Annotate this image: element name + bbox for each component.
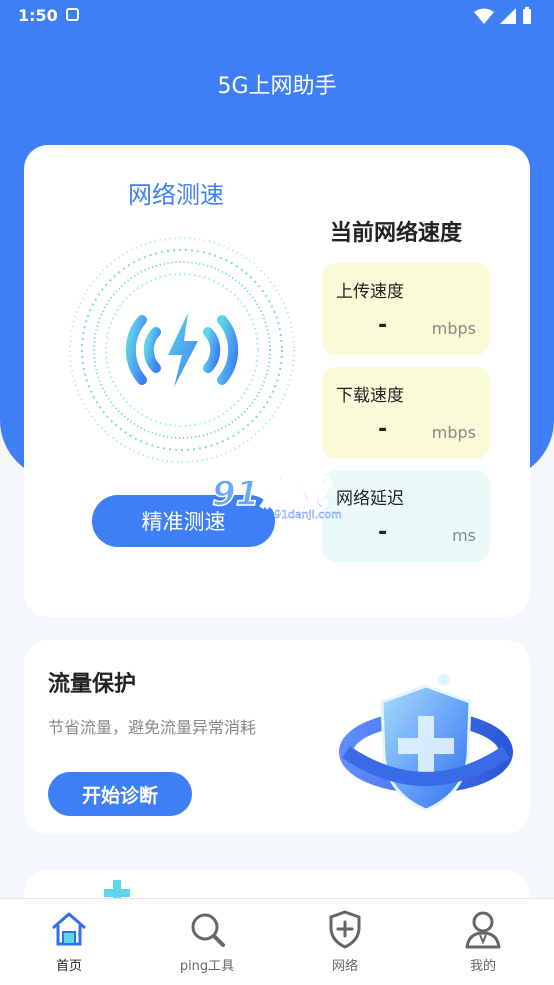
tab-ping-tool[interactable]: ping工具 — [138, 899, 276, 985]
download-speed-box: 下载速度 - mbps — [322, 367, 490, 459]
flow-protection-title: 流量保护 — [48, 672, 137, 697]
status-time: 1:50 — [18, 6, 58, 25]
metric-label: 下载速度 — [336, 386, 404, 406]
search-icon — [191, 913, 225, 947]
metric-unit: mbps — [431, 423, 476, 442]
start-diagnosis-button[interactable]: 开始诊断 — [48, 772, 192, 816]
flow-protection-card: 流量保护 节省流量，避免流量异常消耗 开始诊断 — [24, 640, 530, 834]
shield-plus-icon — [329, 910, 361, 949]
tab-network[interactable]: 网络 — [276, 899, 414, 985]
bottom-tab-bar: 首页 ping工具 网络 我的 — [0, 898, 554, 985]
status-bar: 1:50 — [0, 0, 554, 32]
watermark-sub: 91danji.com — [274, 508, 342, 521]
current-speed-heading: 当前网络速度 — [330, 221, 463, 246]
watermark-logo: 91游戏 91danji.com — [212, 473, 342, 521]
home-icon — [52, 912, 86, 946]
metric-value: - — [378, 520, 388, 545]
metric-unit: ms — [452, 526, 476, 545]
tab-label: 首页 — [55, 959, 82, 974]
sim-icon — [66, 8, 79, 21]
signal-icon — [500, 8, 516, 24]
upload-speed-box: 上传速度 - mbps — [322, 263, 490, 355]
tab-label: ping工具 — [179, 959, 235, 974]
tab-mine[interactable]: 我的 — [414, 899, 552, 985]
app-title: 5G上网助手 — [217, 74, 337, 99]
shield-illustration-icon — [339, 674, 513, 812]
flow-protection-description: 节省流量，避免流量异常消耗 — [48, 718, 257, 737]
metric-unit: mbps — [431, 319, 476, 338]
speed-test-card: 网络测速 精准测速 当前网络速度 上传速度 - mbps 下载速度 - mbps… — [24, 145, 530, 617]
speed-radar-icon[interactable] — [64, 215, 304, 475]
battery-icon — [523, 7, 531, 24]
tab-home[interactable]: 首页 — [0, 899, 138, 985]
metric-value: - — [378, 313, 388, 338]
tab-label: 网络 — [331, 959, 358, 974]
metric-label: 上传速度 — [336, 282, 404, 302]
wifi-icon — [474, 8, 494, 24]
user-icon — [465, 911, 501, 949]
speed-test-title: 网络测速 — [128, 181, 224, 209]
metric-value: - — [378, 417, 388, 442]
tab-label: 我的 — [469, 959, 496, 974]
status-icons — [474, 7, 532, 25]
